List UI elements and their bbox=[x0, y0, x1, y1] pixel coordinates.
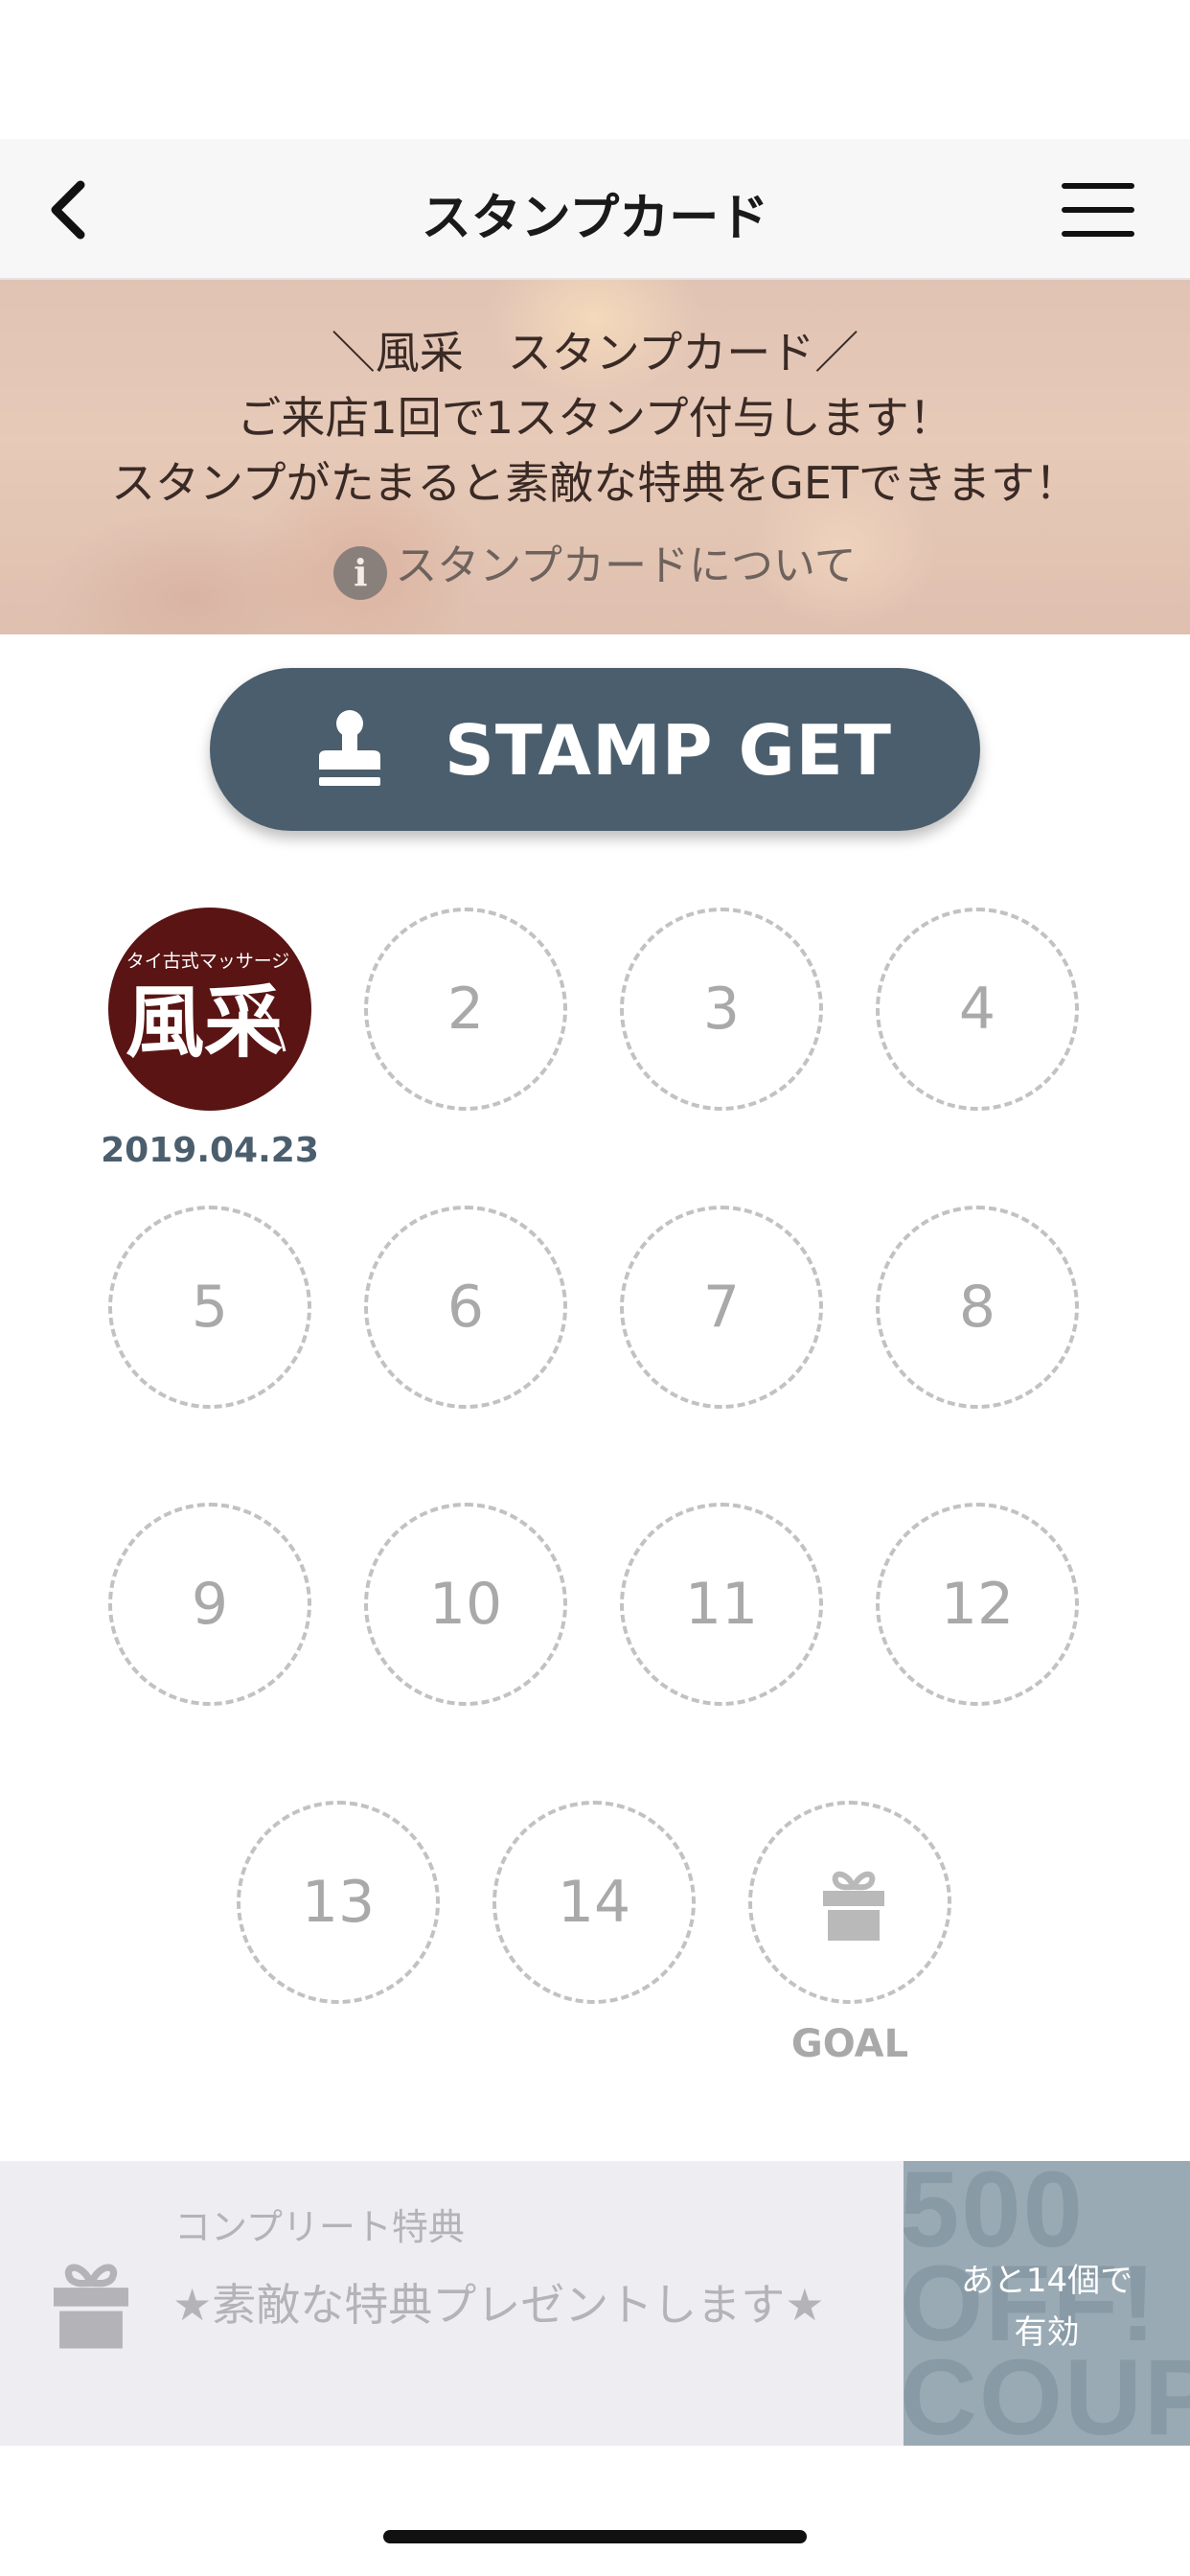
stamp-slot-6: 6 bbox=[364, 1206, 567, 1409]
stamp-get-label: STAMP GET bbox=[445, 710, 892, 791]
stamp-slot-11: 11 bbox=[620, 1503, 823, 1706]
stamp-slot-2: 2 bbox=[364, 908, 567, 1111]
coupon-thumbnail[interactable]: 500 OFF! COUPON あと14個で 有効 bbox=[904, 2161, 1190, 2446]
home-indicator[interactable] bbox=[383, 2530, 807, 2543]
stamp-slot-14: 14 bbox=[492, 1801, 696, 2004]
banner-text-1: ご来店1回で1スタンプ付与します！ bbox=[237, 392, 953, 444]
stamp-1-stamped: タイ古式マッサージ 風采 bbox=[108, 908, 311, 1111]
coupon-valid: 有効 bbox=[1014, 2313, 1080, 2352]
goal-slot bbox=[748, 1801, 951, 2004]
header-banner: ＼風采 スタンプカード／ ご来店1回で1スタンプ付与します！ スタンプがたまると… bbox=[0, 280, 1190, 634]
complete-reward-label: コンプリート特典 bbox=[174, 2206, 465, 2248]
nav-bar: スタンプカード bbox=[0, 139, 1190, 280]
stamp-slot-13: 13 bbox=[237, 1801, 440, 2004]
status-bar bbox=[0, 0, 1190, 139]
gift-icon bbox=[823, 1871, 884, 1941]
coupon-status-text: あと14個で 有効 bbox=[904, 2255, 1190, 2358]
stamp-slot-8: 8 bbox=[876, 1206, 1079, 1409]
shop-logo-stamp: タイ古式マッサージ 風采 bbox=[126, 951, 290, 1069]
complete-reward-description: ★素敵な特典プレゼントします★ bbox=[172, 2279, 825, 2331]
menu-button[interactable] bbox=[1060, 177, 1136, 242]
goal-label: GOAL bbox=[790, 2022, 909, 2066]
complete-reward-panel: コンプリート特典 ★素敵な特典プレゼントします★ bbox=[0, 2161, 904, 2446]
stamp-get-button[interactable]: STAMP GET bbox=[210, 668, 980, 831]
stamp-1-date: 2019.04.23 bbox=[101, 1131, 319, 1170]
about-stamp-card-label: スタンプカードについて bbox=[395, 541, 857, 590]
stamp-slot-7: 7 bbox=[620, 1206, 823, 1409]
banner-title: ＼風采 スタンプカード／ bbox=[331, 327, 859, 379]
hamburger-menu-icon bbox=[1062, 183, 1134, 237]
stamp-icon bbox=[319, 710, 380, 786]
stamp-slot-12: 12 bbox=[876, 1503, 1079, 1706]
page-title: スタンプカード bbox=[421, 190, 769, 247]
banner-text-2: スタンプがたまると素敵な特典をGETできます！ bbox=[110, 457, 1080, 509]
stamp-slot-3: 3 bbox=[620, 908, 823, 1111]
stamp-slot-5: 5 bbox=[108, 1206, 311, 1409]
about-stamp-card-link[interactable]: i スタンプカードについて bbox=[0, 531, 1190, 600]
stamp-slot-9: 9 bbox=[108, 1503, 311, 1706]
svg-text:風采: 風采 bbox=[126, 977, 283, 1069]
info-icon: i bbox=[333, 546, 388, 600]
stamp-slot-10: 10 bbox=[364, 1503, 567, 1706]
coupon-remaining: あと14個で bbox=[960, 2262, 1133, 2300]
stamp-slot-4: 4 bbox=[876, 908, 1079, 1111]
svg-text:タイ古式マッサージ: タイ古式マッサージ bbox=[126, 951, 290, 972]
gift-icon bbox=[54, 2264, 128, 2349]
